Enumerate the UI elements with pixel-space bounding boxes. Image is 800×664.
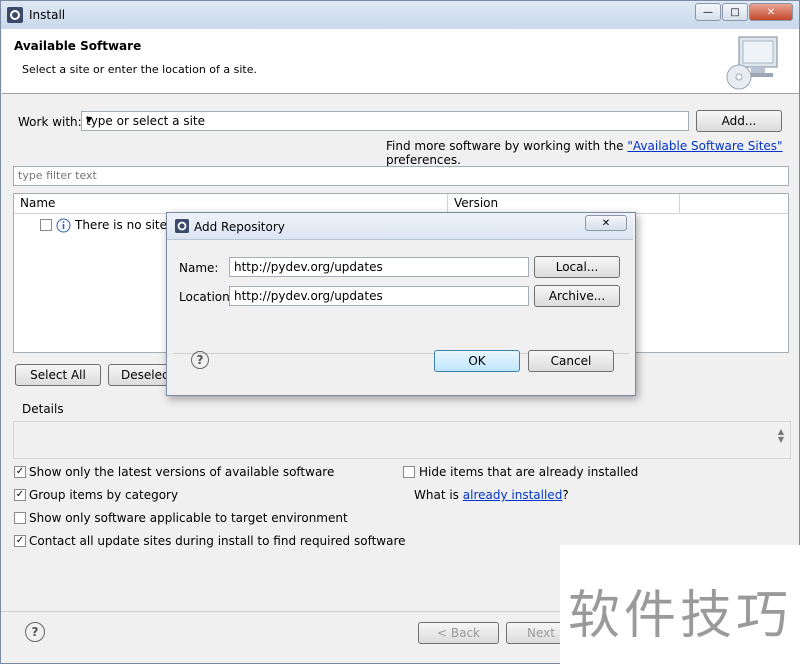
dialog-close-button[interactable]: ✕ [585,215,627,231]
close-button[interactable]: ✕ [749,3,793,21]
column-header-empty [680,194,788,214]
wizard-header: Available Software Select a site or ente… [2,29,799,94]
info-icon [56,218,71,233]
install-monitor-icon [726,36,778,90]
eclipse-icon [7,7,23,23]
chevron-down-icon[interactable]: ▼ [86,115,684,124]
window-title: Install [29,8,66,22]
dialog-title: Add Repository [194,220,285,234]
watermark-text: 软件技巧 [568,586,793,646]
page-title: Available Software [14,39,142,53]
column-header-version[interactable]: Version [448,194,680,214]
filter-input[interactable]: type filter text [13,166,789,186]
applicable-target-label: Show only software applicable to target … [29,511,348,525]
find-more-suffix: preferences. [386,153,461,167]
what-is-suffix: ? [562,488,569,502]
column-header-name[interactable]: Name [14,194,448,214]
dialog-help-icon[interactable]: ? [191,351,209,369]
group-by-category-checkbox[interactable]: ✓ [14,489,26,501]
row-checkbox[interactable] [40,219,52,231]
eclipse-icon [175,219,189,233]
minimize-icon: — [703,6,713,18]
add-repository-dialog: Add Repository ✕ Name: http://pydev.org/… [166,212,636,396]
page-subtitle: Select a site or enter the location of a… [22,63,258,76]
group-by-category-label: Group items by category [29,488,179,502]
close-icon: ✕ [766,6,776,18]
what-is-installed-text: What is already installed? [414,488,569,502]
latest-versions-label: Show only the latest versions of availab… [29,465,335,479]
select-all-button[interactable]: Select All [15,364,101,386]
close-icon: ✕ [601,217,611,229]
maximize-icon: □ [730,6,740,18]
cancel-button[interactable]: Cancel [528,350,614,372]
maximize-button[interactable]: □ [722,3,748,21]
back-button[interactable]: < Back [418,622,499,644]
dialog-body: Name: http://pydev.org/updates Local... … [173,243,629,354]
archive-button[interactable]: Archive... [534,285,620,307]
location-input[interactable]: http://pydev.org/updates [229,286,529,306]
local-button[interactable]: Local... [534,256,620,278]
contact-sites-label: Contact all update sites during install … [29,534,406,548]
help-icon[interactable]: ? [25,622,45,642]
hide-installed-checkbox[interactable] [403,466,415,478]
contact-sites-checkbox[interactable]: ✓ [14,535,26,547]
dialog-title-bar: Add Repository ✕ [167,213,633,240]
details-label: Details [22,402,64,416]
find-more-text: Find more software by working with the "… [386,139,799,167]
minimize-button[interactable]: — [695,3,721,21]
find-more-prefix: Find more software by working with the [386,139,624,153]
what-is-prefix: What is [414,488,459,502]
available-software-sites-link[interactable]: "Available Software Sites" [627,139,782,153]
location-label: Location: [179,290,234,304]
name-label: Name: [179,261,219,275]
applicable-target-checkbox[interactable] [14,512,26,524]
ok-button[interactable]: OK [434,350,520,372]
watermark: 软件技巧 [560,545,800,664]
hide-installed-label: Hide items that are already installed [419,465,639,479]
details-area[interactable]: ▲ ▼ [13,421,791,459]
already-installed-link[interactable]: already installed [463,488,563,502]
latest-versions-checkbox[interactable]: ✓ [14,466,26,478]
add-button[interactable]: Add... [696,110,782,132]
work-with-combo[interactable]: type or select a site ▼ [81,111,689,131]
name-input[interactable]: http://pydev.org/updates [229,257,529,277]
scroll-arrows-icon[interactable]: ▲ ▼ [778,428,784,444]
title-bar: Install — □ ✕ [1,1,799,29]
work-with-label: Work with: [18,115,82,129]
